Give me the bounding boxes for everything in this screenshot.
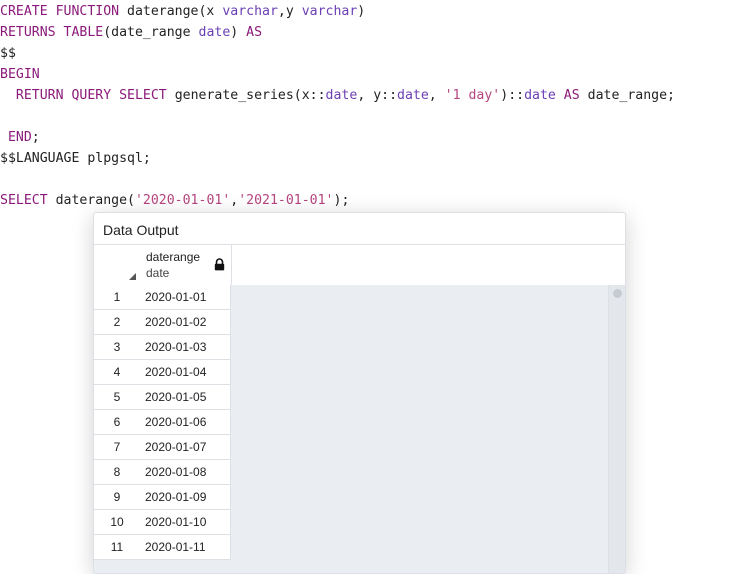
code-line: $$ [0, 43, 16, 64]
code-line: RETURN QUERY SELECT generate_series(x::d… [0, 85, 675, 106]
code-token: ); [333, 193, 350, 208]
daterange-cell[interactable]: 2020-01-04 [140, 360, 231, 385]
grid-body: 1 2020-01-01 2 2020-01-02 3 2020-01-03 4 2020-0… [94, 285, 625, 573]
column-header-daterange[interactable]: daterange date [140, 245, 232, 285]
code-token: CREATE FUNCTION [0, 4, 120, 19]
daterange-cell[interactable]: 2020-01-10 [140, 510, 231, 535]
code-token: ) [357, 4, 366, 19]
row-number[interactable]: 5 [94, 385, 141, 410]
table-row[interactable]: 9 2020-01-09 [94, 485, 231, 510]
code-token: (date_range [103, 25, 199, 40]
code-token: varchar [222, 4, 278, 19]
row-number[interactable]: 2 [94, 310, 141, 335]
code-line: CREATE FUNCTION daterange(x varchar,y va… [0, 1, 365, 22]
code-token: date [397, 88, 429, 103]
code-token: date [198, 25, 231, 40]
row-number[interactable]: 9 [94, 485, 141, 510]
code-token: SELECT [0, 193, 48, 208]
grid-header: daterange date [94, 245, 625, 286]
row-number[interactable]: 8 [94, 460, 141, 485]
daterange-cell[interactable]: 2020-01-06 [140, 410, 231, 435]
row-number[interactable]: 7 [94, 435, 141, 460]
table-row[interactable]: 1 2020-01-01 [94, 285, 231, 310]
scrollbar-thumb[interactable] [613, 289, 622, 298]
code-token: '1 day' [444, 88, 501, 103]
daterange-cell[interactable]: 2020-01-09 [140, 485, 231, 510]
daterange-cell[interactable]: 2020-01-08 [140, 460, 231, 485]
code-token: ) [230, 25, 247, 40]
daterange-cell[interactable]: 2020-01-05 [140, 385, 231, 410]
code-token: date [325, 88, 358, 103]
code-token: RETURNS TABLE [0, 25, 104, 40]
sql-editor[interactable]: CREATE FUNCTION daterange(x varchar,y va… [0, 0, 740, 220]
daterange-cell[interactable]: 2020-01-03 [140, 335, 231, 360]
code-token: $$LANGUAGE plpgsql; [0, 151, 151, 166]
table-row[interactable]: 7 2020-01-07 [94, 435, 231, 460]
code-token: $$ [0, 46, 16, 61]
code-token: '2020-01-01' [134, 193, 231, 208]
code-token: BEGIN [0, 67, 40, 82]
code-token: AS [246, 25, 263, 40]
code-line: END; [0, 127, 40, 148]
code-token: varchar [301, 4, 358, 19]
table-row[interactable]: 10 2020-01-10 [94, 510, 231, 535]
table-row[interactable]: 4 2020-01-04 [94, 360, 231, 385]
code-token: ):: [500, 88, 525, 103]
code-token: , y:: [357, 88, 398, 103]
code-token: daterange(x [119, 4, 223, 19]
code-token: '2021-01-01' [238, 193, 334, 208]
code-line: $$LANGUAGE plpgsql; [0, 148, 151, 169]
row-number[interactable]: 10 [94, 510, 141, 535]
table-row[interactable]: 2 2020-01-02 [94, 310, 231, 335]
row-number[interactable]: 1 [94, 285, 141, 310]
row-number[interactable]: 3 [94, 335, 141, 360]
daterange-cell[interactable]: 2020-01-01 [140, 285, 231, 310]
code-token: RETURN QUERY SELECT [15, 88, 167, 103]
table-row[interactable]: 3 2020-01-03 [94, 335, 231, 360]
code-line: BEGIN [0, 64, 40, 85]
table-row[interactable]: 8 2020-01-08 [94, 460, 231, 485]
row-number[interactable]: 6 [94, 410, 141, 435]
code-token: ; [31, 130, 40, 145]
lock-icon [214, 258, 225, 271]
code-token: date_range; [579, 88, 675, 103]
table-row[interactable]: 11 2020-01-11 [94, 535, 231, 560]
code-token: date [524, 88, 556, 103]
daterange-cell[interactable]: 2020-01-07 [140, 435, 231, 460]
panel-title: Data Output [103, 222, 179, 238]
code-token: END [7, 130, 32, 145]
corner-triangle-icon [129, 273, 136, 280]
column-type: date [146, 266, 170, 280]
code-token: ,y [277, 4, 302, 19]
daterange-cell[interactable]: 2020-01-11 [140, 535, 231, 560]
select-all-corner[interactable] [94, 245, 141, 285]
table-row[interactable]: 5 2020-01-05 [94, 385, 231, 410]
vertical-scrollbar[interactable] [608, 285, 625, 573]
row-number[interactable]: 11 [94, 535, 141, 560]
code-token: , [428, 88, 445, 103]
code-token: generate_series(x:: [166, 88, 326, 103]
daterange-cell[interactable]: 2020-01-02 [140, 310, 231, 335]
row-number[interactable]: 4 [94, 360, 141, 385]
column-name: daterange [146, 250, 201, 264]
table-row[interactable]: 6 2020-01-06 [94, 410, 231, 435]
code-line: RETURNS TABLE(date_range date) AS [0, 22, 262, 43]
code-line: SELECT daterange('2020-01-01','2021-01-0… [0, 190, 349, 211]
code-token: AS [563, 88, 580, 103]
data-output-panel: Data Output daterange date 1 2020-01-01 2 2… [93, 212, 626, 574]
code-token: daterange( [47, 193, 135, 208]
